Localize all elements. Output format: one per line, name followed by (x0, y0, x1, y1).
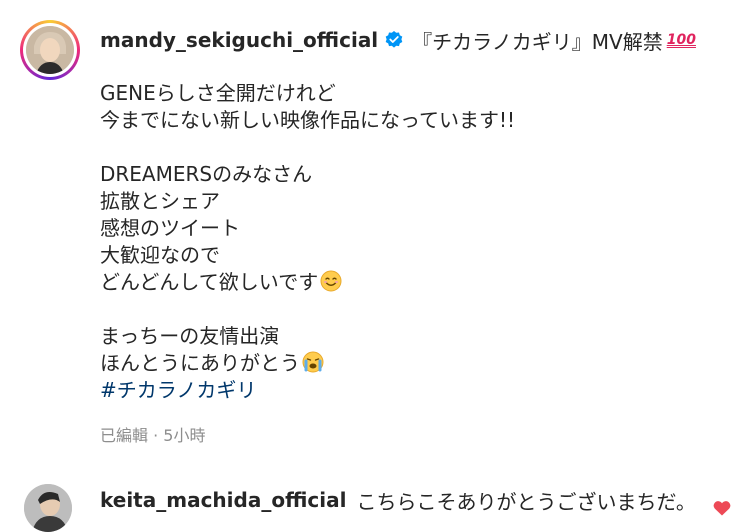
post-body: mandy_sekiguchi_official 『チカラノカギリ』MV解禁 1… (100, 20, 740, 446)
smiling-face-icon (320, 270, 342, 292)
caption-line: どんどんして欲しいです (100, 269, 740, 296)
post-meta: 已編輯 · 5小時 (100, 426, 206, 445)
comment-row: keita_machida_official こちらこそありがとうございまちだ。 (24, 484, 740, 532)
comment-username[interactable]: keita_machida_official (100, 488, 346, 512)
caption-line: GENEらしさ全開だけれど (100, 81, 336, 105)
hashtag-link[interactable]: #チカラノカギリ (100, 378, 256, 402)
caption-line: 大歓迎なので (100, 243, 220, 267)
avatar (26, 26, 74, 74)
post-caption: GENEらしさ全開だけれど 今までにない新しい映像作品になっています!! DRE… (100, 80, 740, 404)
story-ring[interactable] (20, 20, 80, 80)
post-title: 『チカラノカギリ』MV解禁 (412, 29, 663, 54)
caption-line: まっちーの友情出演 (100, 324, 280, 348)
post-header: mandy_sekiguchi_official 『チカラノカギリ』MV解禁 1… (100, 20, 740, 60)
post-detail: mandy_sekiguchi_official 『チカラノカギリ』MV解禁 1… (0, 0, 749, 532)
post-username[interactable]: mandy_sekiguchi_official (100, 28, 378, 52)
comment-body: こちらこそありがとうございまちだ。 (356, 489, 696, 514)
commenter-avatar[interactable] (24, 484, 72, 532)
verified-badge-icon (384, 30, 404, 50)
caption-line: 拡散とシェア (100, 189, 220, 213)
like-comment-heart-icon[interactable] (712, 498, 732, 518)
hundred-points-icon: 100 (666, 32, 696, 48)
caption-line: DREAMERSのみなさん (100, 162, 313, 186)
caption-line: 感想のツイート (100, 216, 240, 240)
caption-line: ほんとうにありがとう (100, 350, 740, 377)
comment-content: keita_machida_official こちらこそありがとうございまちだ。 (100, 484, 696, 516)
caption-line-text: ほんとうにありがとう (100, 351, 300, 375)
crying-face-icon (302, 351, 324, 373)
caption-line-text: どんどんして欲しいです (100, 270, 319, 294)
caption-line: 今までにない新しい映像作品になっています!! (100, 108, 516, 132)
